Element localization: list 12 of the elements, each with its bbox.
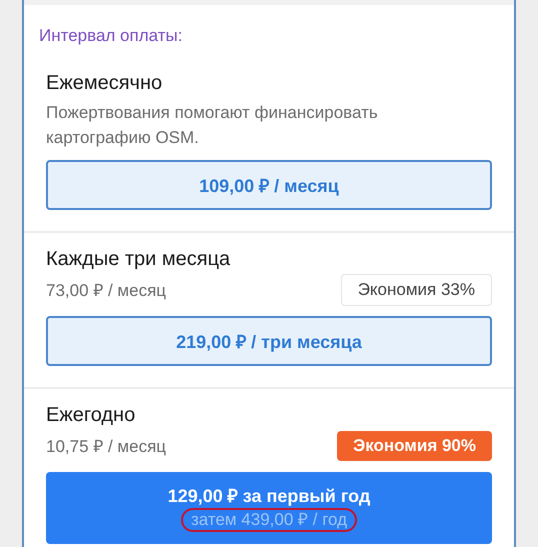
plan-description: Пожертвования помогают финансировать картографию OSM. [46,102,379,149]
price-button[interactable]: 129,00 ₽ за первый год затем 439,00 ₽ / год [46,472,492,544]
plan-title: Каждые три месяца [46,247,232,272]
monthly-price: 73,00 ₽ / месяц [46,280,166,302]
price-button[interactable]: 219,00 ₽ / три месяца [46,316,492,366]
section-label: Интервал оплаты: [38,25,184,47]
savings-badge: Экономия 90% [337,431,492,461]
plan-title: Ежегодно [46,403,136,428]
monthly-price: 10,75 ₽ / месяц [46,436,166,458]
plan-title: Ежемесячно [46,71,164,96]
price-button[interactable]: 109,00 ₽ / месяц [46,160,492,210]
savings-badge: Экономия 33% [340,274,492,306]
